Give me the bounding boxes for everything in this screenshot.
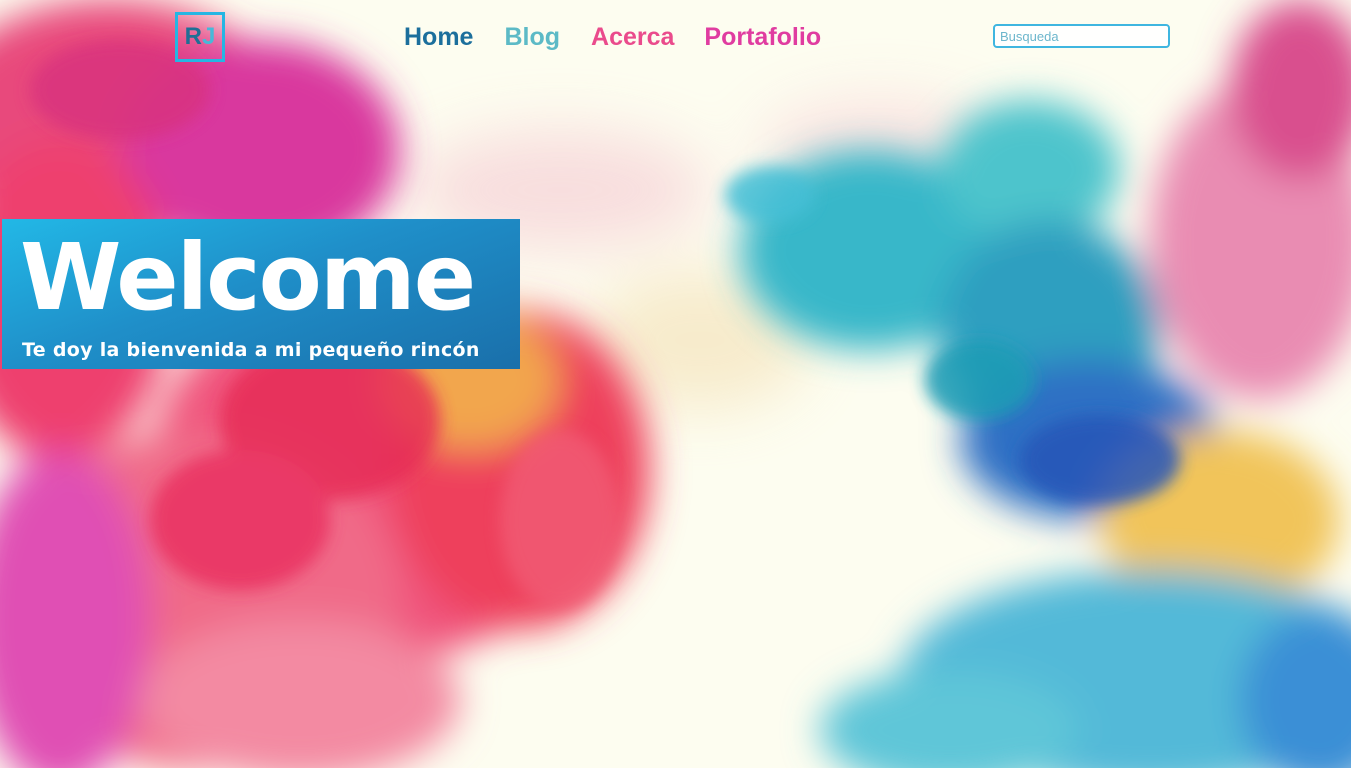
welcome-banner: Welcome Te doy la bienvenida a mi pequeñ… — [2, 219, 520, 369]
background-ink-art — [0, 0, 1351, 768]
nav-link-acerca[interactable]: Acerca — [591, 22, 674, 52]
search-input[interactable] — [993, 24, 1170, 48]
hero-subtitle: Te doy la bienvenida a mi pequeño rincón — [22, 339, 480, 361]
logo-letter-j: J — [201, 23, 216, 50]
site-logo[interactable]: RJ — [175, 12, 225, 62]
main-nav: Home Blog Acerca Portafolio — [404, 22, 821, 52]
nav-link-portafolio[interactable]: Portafolio — [704, 22, 821, 52]
nav-link-home[interactable]: Home — [404, 22, 473, 52]
nav-link-blog[interactable]: Blog — [504, 22, 560, 52]
hero-title: Welcome — [20, 224, 476, 331]
logo-letter-r: R — [184, 23, 202, 50]
